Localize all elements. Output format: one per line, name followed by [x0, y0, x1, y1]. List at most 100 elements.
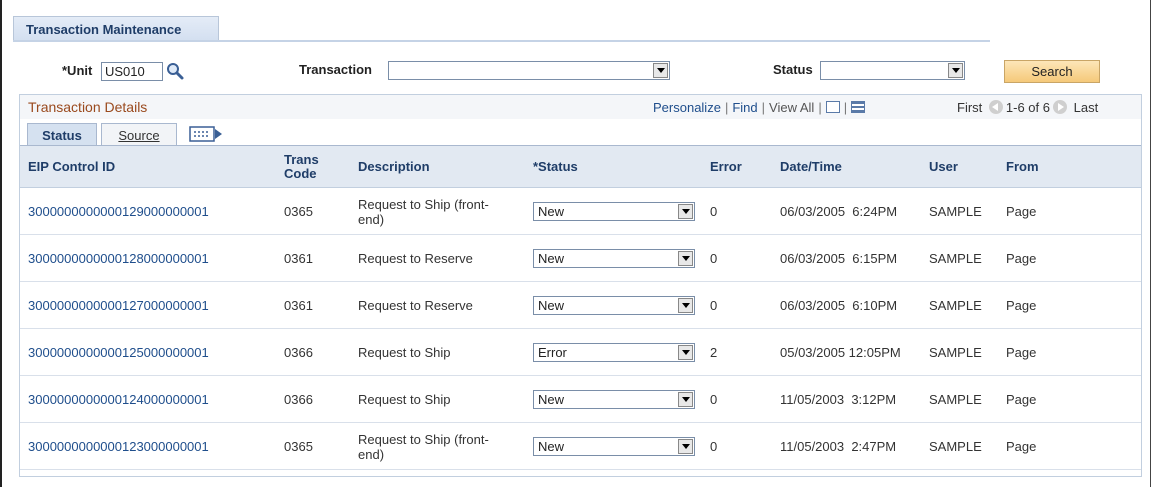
chevron-down-icon[interactable] [948, 63, 963, 78]
transaction-details-grid: Transaction Details Personalize | Find | Vie… [19, 94, 1142, 477]
col-user[interactable]: User [929, 160, 958, 174]
previous-icon[interactable] [988, 100, 1003, 114]
row-status-select[interactable]: Error [533, 343, 695, 362]
description: Request to Ship [358, 392, 528, 407]
trans-code: 0365 [284, 204, 313, 219]
description-line1: Request to Reserve [358, 251, 473, 266]
error-count: 0 [710, 392, 718, 407]
row-status-select[interactable]: New [533, 202, 695, 221]
from: Page [1006, 204, 1037, 219]
description-line1: Request to Reserve [358, 298, 473, 313]
description-line1: Request to Ship [358, 345, 451, 360]
tab-underline [13, 40, 990, 42]
user: SAMPLE [929, 392, 982, 407]
tab-source-label: Source [118, 128, 160, 143]
unit-label: *Unit [62, 63, 93, 78]
personalize-link[interactable]: Personalize [653, 100, 721, 115]
last-label: Last [1073, 100, 1099, 115]
row-status-select[interactable]: New [533, 437, 695, 456]
show-all-columns-icon[interactable] [189, 125, 225, 144]
user: SAMPLE [929, 251, 982, 266]
date-time: 11/05/2003 2:47PM [780, 439, 897, 454]
from: Page [1006, 392, 1037, 407]
col-from[interactable]: From [1006, 160, 1039, 174]
eip-control-id-link[interactable]: 3000000000000125000000001 [28, 345, 209, 360]
description: Request to Reserve [358, 298, 528, 313]
chevron-down-icon[interactable] [678, 251, 693, 266]
error-count: 0 [710, 298, 718, 313]
description-line1: Request to Ship [358, 392, 451, 407]
eip-control-id-link[interactable]: 3000000000000128000000001 [28, 251, 209, 266]
chevron-down-icon[interactable] [678, 392, 693, 407]
from: Page [1006, 345, 1037, 360]
col-trans-code-line2: Code [284, 166, 317, 181]
description-line1: Request to Ship (front- [358, 197, 489, 212]
user: SAMPLE [929, 298, 982, 313]
error-count: 2 [710, 345, 718, 360]
view-all-link[interactable]: View All [769, 100, 814, 115]
grid-toolbar: Personalize | Find | View All | | [653, 100, 866, 115]
table-row: 3000000000000124000000001 0366 Request t… [20, 376, 1141, 423]
description-line1: Request to Ship (front- [358, 432, 489, 447]
eip-control-id-link[interactable]: 3000000000000127000000001 [28, 298, 209, 313]
table-row: 3000000000000125000000001 0366 Request t… [20, 329, 1141, 376]
description: Request to Ship (front-end) [358, 432, 528, 462]
col-date-time[interactable]: Date/Time [780, 160, 842, 174]
row-status-select[interactable]: New [533, 390, 695, 409]
row-status-value: New [538, 439, 565, 454]
col-trans-code-line1: Trans [284, 152, 319, 167]
status-select[interactable] [820, 61, 965, 80]
col-description[interactable]: Description [358, 160, 430, 174]
error-count: 0 [710, 439, 718, 454]
eip-control-id-link[interactable]: 3000000000000124000000001 [28, 392, 209, 407]
row-status-value: Error [538, 345, 567, 360]
col-status[interactable]: *Status [533, 160, 578, 174]
user: SAMPLE [929, 345, 982, 360]
table-row: 3000000000000128000000001 0361 Request t… [20, 235, 1141, 282]
grid-title: Transaction Details [28, 99, 148, 115]
chevron-down-icon[interactable] [653, 63, 668, 78]
chevron-down-icon[interactable] [678, 298, 693, 313]
from: Page [1006, 439, 1037, 454]
page-tab-transaction-maintenance[interactable]: Transaction Maintenance [13, 16, 219, 41]
trans-code: 0361 [284, 298, 313, 313]
user: SAMPLE [929, 204, 982, 219]
error-count: 0 [710, 251, 718, 266]
row-range: 1-6 of 6 [1005, 100, 1050, 115]
chevron-down-icon[interactable] [678, 345, 693, 360]
row-status-value: New [538, 251, 565, 266]
eip-control-id-link[interactable]: 3000000000000123000000001 [28, 439, 209, 454]
date-time: 06/03/2005 6:24PM [780, 204, 898, 219]
unit-input[interactable] [101, 62, 163, 81]
trans-code: 0366 [284, 392, 313, 407]
col-eip-control-id[interactable]: EIP Control ID [28, 160, 115, 174]
column-header-row: EIP Control ID Trans Code Description *St… [20, 146, 1141, 188]
error-count: 0 [710, 204, 718, 219]
lookup-icon[interactable] [165, 61, 185, 81]
first-label: First [957, 100, 983, 115]
next-icon[interactable] [1053, 100, 1067, 114]
eip-control-id-link[interactable]: 3000000000000129000000001 [28, 204, 209, 219]
transaction-label: Transaction [299, 62, 372, 77]
description: Request to Ship [358, 345, 528, 360]
col-trans-code[interactable]: Trans Code [284, 153, 319, 181]
row-status-select[interactable]: New [533, 296, 695, 315]
window-left-border [0, 0, 2, 487]
find-link[interactable]: Find [732, 100, 757, 115]
chevron-down-icon[interactable] [678, 439, 693, 454]
description: Request to Reserve [358, 251, 528, 266]
new-window-icon[interactable] [825, 101, 840, 113]
search-button[interactable]: Search [1004, 60, 1100, 83]
tab-source[interactable]: Source [101, 123, 177, 146]
row-status-value: New [538, 298, 565, 313]
download-spreadsheet-icon[interactable] [851, 101, 866, 113]
chevron-down-icon[interactable] [678, 204, 693, 219]
table-row: 3000000000000127000000001 0361 Request t… [20, 282, 1141, 329]
col-error[interactable]: Error [710, 160, 742, 174]
row-status-select[interactable]: New [533, 249, 695, 268]
grid-header: Transaction Details Personalize | Find | Vie… [20, 95, 1141, 119]
tab-status[interactable]: Status [27, 123, 97, 146]
date-time: 06/03/2005 6:15PM [780, 251, 898, 266]
date-time: 11/05/2003 3:12PM [780, 392, 897, 407]
transaction-select[interactable] [388, 61, 670, 80]
